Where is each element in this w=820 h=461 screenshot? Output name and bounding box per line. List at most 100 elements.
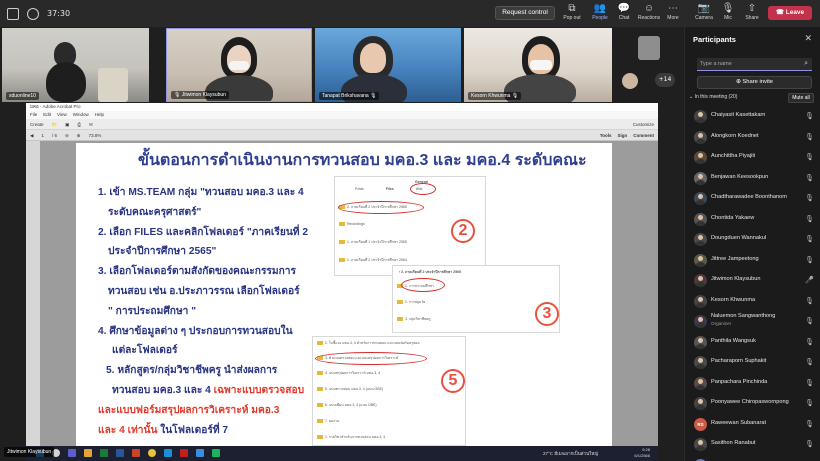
video-tile[interactable]: Tanapat Brikshavana 🎙 — [315, 28, 461, 102]
avatar — [694, 110, 707, 123]
mic-off-icon[interactable]: 🎙 — [805, 235, 814, 243]
mic-off-icon[interactable]: 🎙 — [805, 133, 814, 141]
request-control-button[interactable]: Request control — [495, 6, 555, 20]
explorer-icon[interactable] — [84, 449, 92, 457]
background-object — [98, 68, 128, 102]
mic-on-icon[interactable]: 🎤 — [805, 276, 814, 284]
participant-silhouette — [46, 62, 86, 102]
comment-pane-button[interactable]: Comment — [633, 130, 654, 140]
folder-row: Recordings — [339, 221, 365, 228]
participant-row[interactable]: RS Raweewan Subanarat 🎙 — [685, 415, 820, 436]
mic-off-icon[interactable]: 🎙 — [805, 256, 814, 264]
participant-row[interactable]: Alongkorn Koednet 🎙 — [685, 128, 820, 149]
folder-icon — [317, 419, 323, 424]
video-thumbnail[interactable] — [626, 30, 670, 66]
participant-row[interactable]: Sasithon Ranabut 🎙 — [685, 435, 820, 456]
zoom-in-icon[interactable]: ⊕ — [77, 130, 81, 140]
word-icon[interactable] — [116, 449, 124, 457]
participant-name: Alongkorn Koednet — [711, 132, 759, 139]
prev-page-icon[interactable]: ◀ — [30, 130, 33, 140]
leave-button[interactable]: ☎ Leave — [768, 6, 812, 20]
menu-help[interactable]: Help — [95, 111, 104, 119]
participant-row[interactable]: Ssduonline10⇪🎙 — [685, 456, 820, 461]
participant-row[interactable]: Jitwimon Klaysubun 🎤 — [685, 271, 820, 292]
excel-icon[interactable] — [100, 449, 108, 457]
menu-file[interactable]: File — [30, 111, 37, 119]
mic-off-icon[interactable]: 🎙 — [805, 440, 814, 448]
menu-view[interactable]: View — [57, 111, 67, 119]
video-tile[interactable]: 🎙 Jitwimon Klaysubun — [166, 28, 312, 102]
mic-off-icon[interactable]: 🎙 — [805, 194, 814, 202]
mic-off-icon[interactable]: 🎙 — [805, 338, 814, 346]
sign-pane-button[interactable]: Sign — [617, 130, 627, 140]
powerpoint-icon[interactable] — [132, 449, 140, 457]
zoom-out-icon[interactable]: ⊖ — [65, 130, 69, 140]
video-tile[interactable]: Kesorn Khwunma 🎙 — [464, 28, 612, 102]
tab-files: Files — [385, 187, 394, 191]
mute-all-button[interactable]: Mute all — [788, 93, 814, 103]
close-icon[interactable]: ✕ — [804, 33, 812, 44]
participant-row[interactable]: Kesorn Khwunma 🎙 — [685, 292, 820, 313]
participant-row[interactable]: Doungduen Wannakul 🎙 — [685, 230, 820, 251]
system-clock[interactable]: 9:28 6/1/2566 — [634, 447, 650, 459]
edge-icon[interactable] — [164, 449, 172, 457]
mic-off-icon[interactable]: 🎙 — [805, 358, 814, 366]
teams-icon[interactable] — [68, 449, 76, 457]
print-icon[interactable]: ⎙ — [77, 119, 81, 129]
participant-row[interactable]: Pacharaporn Suphakit 🎙 — [685, 353, 820, 374]
participant-row[interactable]: Chontida Yakaew 🎙 — [685, 210, 820, 231]
acrobat-nav-toolbar: ◀ 1 / 6 ⊖ ⊕ 73.8% Tools Sign Comment — [26, 130, 658, 141]
mic-off-icon[interactable]: 🎙 — [805, 379, 814, 387]
screenshot-document-folders: 2. ใบชี้แจง มคอ.3, 4 สำหรับการทวนสอบ และ… — [312, 336, 466, 446]
video-tile[interactable]: sduonline10 — [2, 28, 149, 102]
create-button[interactable]: Create — [30, 119, 44, 129]
mic-off-icon[interactable]: 🎙 — [805, 317, 814, 325]
mic-off-icon[interactable]: 🎙 — [805, 420, 814, 428]
share-button[interactable]: ⇧ Share — [737, 3, 767, 25]
avatar — [694, 438, 707, 451]
participant-row[interactable]: Panthila Wangsuk 🎙 — [685, 333, 820, 354]
participant-row[interactable]: Naluemon Sangwanthong Organizer 🎙 — [685, 312, 820, 333]
tools-pane-button[interactable]: Tools — [600, 130, 612, 140]
menu-window[interactable]: Window — [73, 111, 89, 119]
share-invite-button[interactable]: ⊕ Share invite — [697, 76, 812, 89]
more-participants-badge[interactable]: +14 — [655, 73, 675, 87]
participant-name: Chontida Yakaew — [711, 214, 755, 221]
menu-edit[interactable]: Edit — [43, 111, 51, 119]
mail-icon[interactable]: ✉ — [89, 119, 93, 129]
steps-list: 1. เข้า MS.TEAM กลุ่ม "ทวนสอบ มคอ.3 และ … — [98, 183, 328, 440]
weather-status[interactable]: 27°C มีเมฆมากเป็นส่วนใหญ่ — [543, 450, 598, 457]
participant-row[interactable]: Jittree Jampeetong 🎙 — [685, 251, 820, 272]
zoom-field[interactable]: 73.8% — [89, 130, 102, 140]
customize-button[interactable]: Customize — [633, 119, 658, 129]
mic-off-icon[interactable]: 🎙 — [805, 112, 814, 120]
acrobat-icon[interactable] — [180, 449, 188, 457]
folder-icon[interactable]: 📁 — [52, 119, 58, 129]
avatar — [694, 356, 707, 369]
step-line: 5. หลักสูตร/กลุ่มวิชาชีพครู นำส่งผลการ — [106, 365, 278, 377]
participant-row[interactable]: Chaiyasit Kasettakarn 🎙 — [685, 107, 820, 128]
participant-row[interactable]: Poonyawee Chiropaswornpong 🎙 — [685, 394, 820, 415]
avatar — [694, 130, 707, 144]
mic-off-icon[interactable]: 🎙 — [805, 399, 814, 407]
participant-photo — [638, 36, 660, 60]
page-number-field[interactable]: 1 — [41, 130, 44, 140]
chrome-icon[interactable] — [148, 449, 156, 457]
participant-row[interactable]: Panpachara Pinchinda 🎙 — [685, 374, 820, 395]
outlook-icon[interactable] — [196, 449, 204, 457]
section-header[interactable]: ⌄ In this meeting (20) — [689, 94, 737, 100]
participant-row[interactable]: Chadtharawadee Boonthanom 🎙 — [685, 189, 820, 210]
grid-layout-icon[interactable] — [7, 7, 19, 20]
popout-button[interactable]: ⧉ Pop out — [557, 3, 587, 25]
mic-off-icon[interactable]: 🎙 — [805, 153, 814, 161]
line-icon[interactable] — [212, 449, 220, 457]
mic-off-icon[interactable]: 🎙 — [805, 174, 814, 182]
mic-off-icon[interactable]: 🎙 — [805, 215, 814, 223]
more-button[interactable]: ⋯ More — [658, 3, 688, 25]
mic-off-icon[interactable]: 🎙 — [805, 297, 814, 305]
save-icon[interactable]: ▣ — [65, 119, 69, 129]
participant-row[interactable]: Benjawan Keesookpun 🎙 — [685, 169, 820, 190]
participant-search-input[interactable]: Type a name ⌕ — [697, 58, 812, 71]
folder-icon — [317, 387, 323, 392]
participant-row[interactable]: Aunchittha Piyajiti 🎙 — [685, 148, 820, 169]
